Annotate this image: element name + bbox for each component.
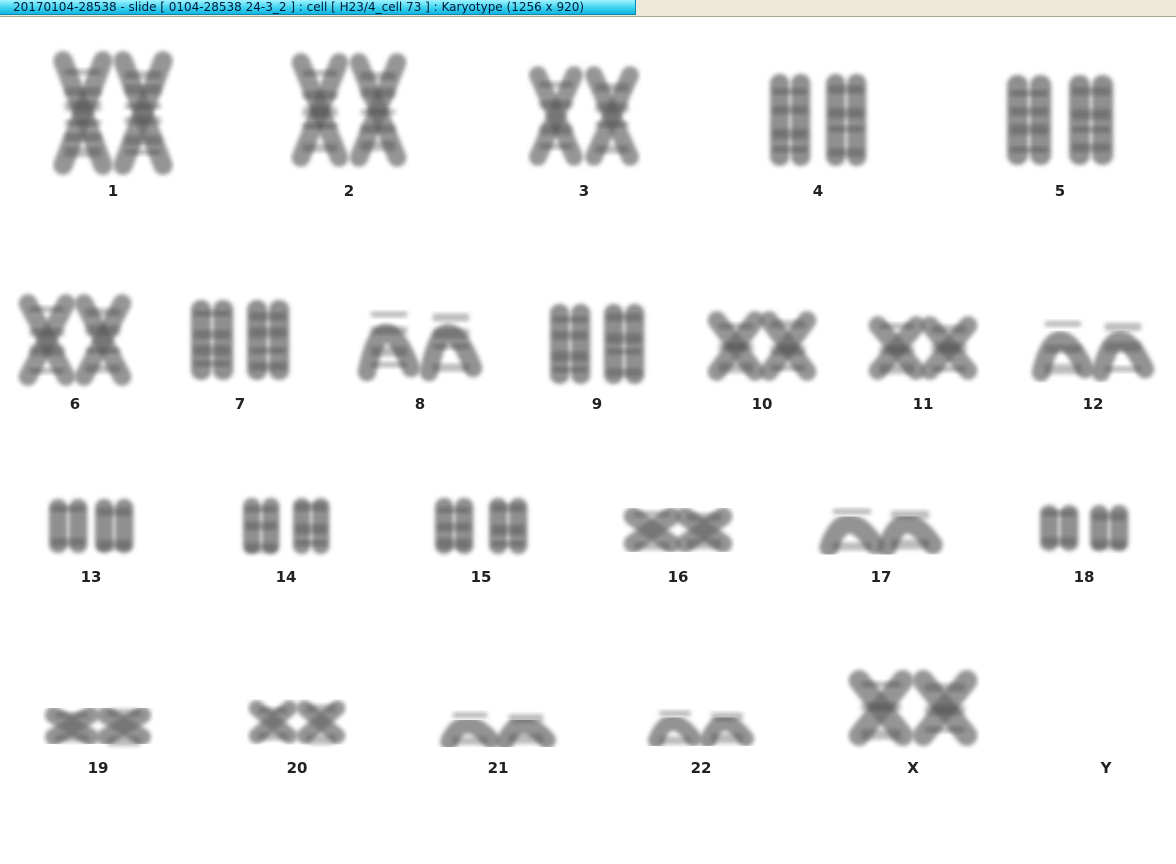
pair-label-14: 14 bbox=[275, 568, 297, 586]
chromosome-x-a[interactable] bbox=[848, 670, 914, 746]
chromosome-12-b[interactable] bbox=[1091, 322, 1155, 382]
chromosome-8-a[interactable] bbox=[357, 311, 421, 382]
chromosome-3-b[interactable] bbox=[585, 66, 639, 166]
chromosome-5-a[interactable] bbox=[1007, 75, 1052, 165]
chromosome-17-b[interactable] bbox=[877, 510, 943, 557]
chromosome-19-b[interactable] bbox=[97, 706, 151, 747]
chromosome-2-a[interactable] bbox=[291, 53, 349, 167]
chromosome-9-b[interactable] bbox=[604, 304, 645, 384]
chromosome-18-a[interactable] bbox=[1040, 505, 1079, 551]
chromosome-12-a[interactable] bbox=[1031, 320, 1095, 382]
pair-label-17: 17 bbox=[870, 568, 892, 586]
pair-label-4: 4 bbox=[812, 182, 824, 200]
pair-label-3: 3 bbox=[578, 182, 590, 200]
pair-label-7: 7 bbox=[234, 395, 246, 413]
chromosome-21-a[interactable] bbox=[440, 712, 500, 751]
chromosome-7-b[interactable] bbox=[247, 300, 290, 380]
chromosome-19-a[interactable] bbox=[45, 706, 99, 746]
pair-label-6: 6 bbox=[69, 395, 81, 413]
chromosome-1-a[interactable] bbox=[53, 51, 113, 175]
pair-label-21: 21 bbox=[487, 759, 509, 777]
chromosome-17-a[interactable] bbox=[819, 508, 885, 557]
chromosome-8-b[interactable] bbox=[419, 313, 483, 382]
chromosome-10-b[interactable] bbox=[759, 311, 817, 381]
pair-label-18: 18 bbox=[1073, 568, 1095, 586]
chromosome-6-b[interactable] bbox=[74, 294, 132, 386]
chromosome-13-b[interactable] bbox=[95, 499, 134, 553]
pair-label-20: 20 bbox=[286, 759, 308, 777]
chromosome-6-a[interactable] bbox=[18, 294, 76, 386]
chromosome-x-b[interactable] bbox=[912, 670, 978, 746]
pair-label-19: 19 bbox=[87, 759, 109, 777]
chromosome-2-b[interactable] bbox=[349, 53, 407, 167]
chromosome-14-b[interactable] bbox=[293, 498, 330, 554]
chromosome-1-b[interactable] bbox=[113, 51, 173, 175]
chromosome-21-b[interactable] bbox=[496, 714, 556, 751]
chromosome-5-b[interactable] bbox=[1069, 75, 1114, 165]
chromosome-16-b[interactable] bbox=[675, 507, 733, 553]
chromosome-4-a[interactable] bbox=[770, 74, 811, 166]
pair-label-2: 2 bbox=[343, 182, 355, 200]
chromosome-7-a[interactable] bbox=[191, 300, 234, 380]
chromosome-10-a[interactable] bbox=[707, 311, 765, 381]
chromosome-15-a[interactable] bbox=[435, 498, 474, 554]
chromosome-20-b[interactable] bbox=[296, 700, 346, 745]
pair-label-5: 5 bbox=[1054, 182, 1066, 200]
chromosome-15-b[interactable] bbox=[489, 498, 528, 554]
pair-label-11: 11 bbox=[912, 395, 934, 413]
chromosome-layer bbox=[18, 51, 1155, 751]
pair-label-12: 12 bbox=[1082, 395, 1104, 413]
pair-label-y: Y bbox=[1100, 759, 1112, 777]
chromosome-14-a[interactable] bbox=[243, 498, 280, 554]
pair-label-22: 22 bbox=[690, 759, 712, 777]
chromosome-18-b[interactable] bbox=[1090, 505, 1129, 551]
pair-label-15: 15 bbox=[470, 568, 492, 586]
chromosome-4-b[interactable] bbox=[826, 74, 867, 166]
chromosome-20-a[interactable] bbox=[248, 700, 298, 744]
pair-label-8: 8 bbox=[414, 395, 426, 413]
pair-label-10: 10 bbox=[751, 395, 773, 413]
pair-label-13: 13 bbox=[80, 568, 102, 586]
chromosome-13-a[interactable] bbox=[49, 499, 88, 553]
pair-label-1: 1 bbox=[107, 182, 119, 200]
pair-label-16: 16 bbox=[667, 568, 689, 586]
chromosome-11-a[interactable] bbox=[868, 316, 926, 380]
pair-label-x: X bbox=[907, 759, 919, 777]
chromosome-16-a[interactable] bbox=[623, 507, 681, 553]
chromosome-3-a[interactable] bbox=[529, 66, 583, 166]
chromosome-9-a[interactable] bbox=[550, 304, 591, 384]
pair-label-9: 9 bbox=[591, 395, 603, 413]
chromosome-11-b[interactable] bbox=[920, 316, 978, 380]
chromosome-22-a[interactable] bbox=[648, 710, 702, 749]
chromosome-22-b[interactable] bbox=[700, 712, 754, 749]
